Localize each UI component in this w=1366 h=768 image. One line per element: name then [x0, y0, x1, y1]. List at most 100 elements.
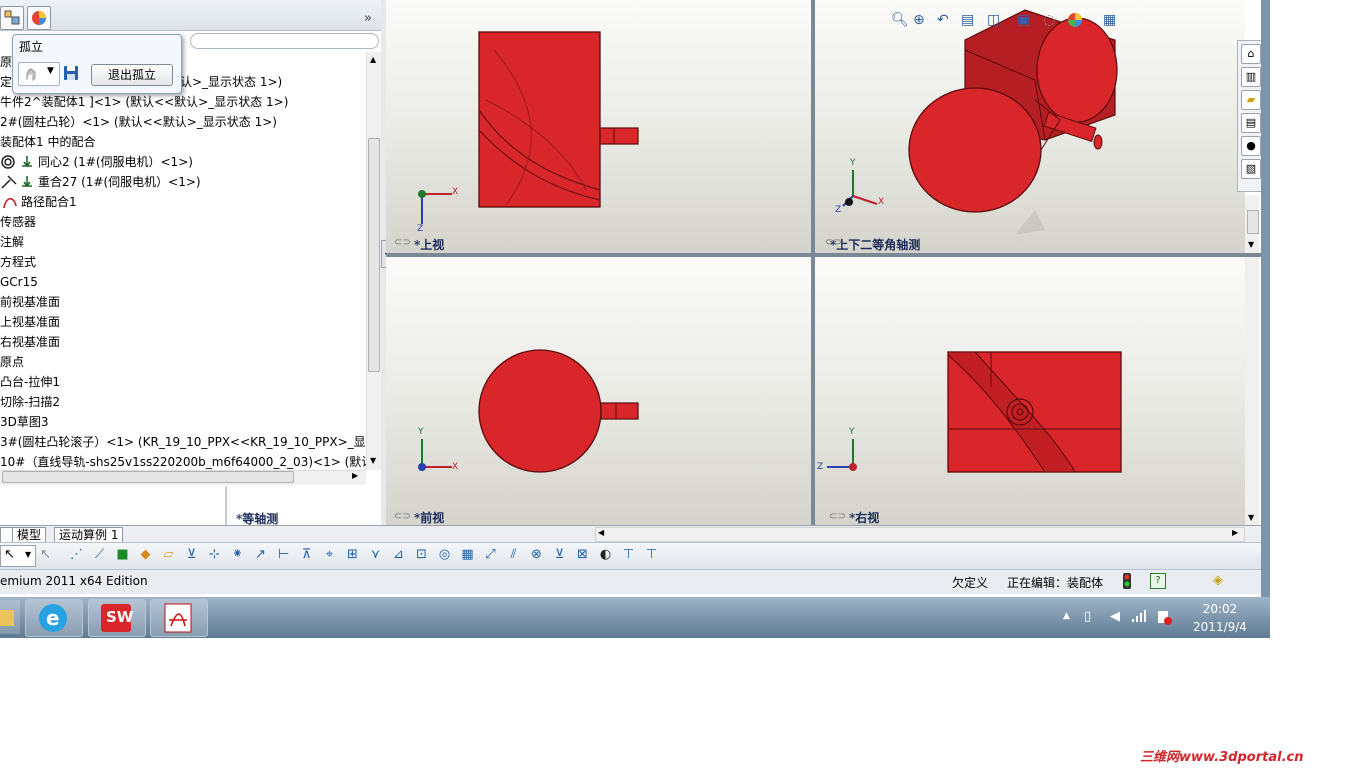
lower-panel-divider[interactable] — [225, 486, 227, 525]
scroll-down-arrow-icon[interactable]: ▼ — [370, 456, 376, 465]
viewport-horizontal-divider[interactable] — [386, 253, 1261, 257]
tab-model[interactable]: 模型 — [12, 527, 47, 542]
view-orientation-icon[interactable]: ◫ — [987, 12, 1000, 28]
filter-body-icon[interactable]: ◆ — [137, 546, 154, 563]
panel-expand-icon[interactable]: » — [364, 11, 372, 26]
viewport-dimetric[interactable]: Y X Z ⊂⊃ *上下二等角轴测 🔍︎ ⊕ ↶ ▤ ◫ ▣ ◌ ▦ — [815, 0, 1245, 253]
tree-item[interactable]: 牛件2^装配体1 ]<1> (默认<<默认>_显示状态 1>) — [0, 92, 288, 112]
tree-item[interactable]: 10#（直线导轨-shs25v1ss220200b_m6f64000_2_03)… — [0, 452, 366, 472]
previous-view-icon[interactable]: ↶ — [937, 12, 949, 28]
filter-mate-icon[interactable]: ⊻ — [551, 546, 568, 563]
filter-face-icon[interactable]: ■ — [114, 546, 131, 563]
tree-hscroll-thumb[interactable] — [2, 471, 294, 483]
tree-item[interactable]: 2#(圆柱凸轮）<1> (默认<<默认>_显示状态 1>) — [0, 112, 277, 132]
viewport-right[interactable]: Y Z ⊂⊃ *右视 — [815, 257, 1245, 525]
tray-device-icon[interactable]: ▯ — [1084, 609, 1091, 624]
appearance-palette-icon[interactable]: ● — [1241, 136, 1261, 156]
hide-show-icon[interactable]: ◌ — [1043, 12, 1055, 28]
filter-connection-point-icon[interactable]: ⊤ — [620, 546, 637, 563]
network-icon[interactable] — [1131, 609, 1147, 626]
tree-item[interactable]: 方程式 — [0, 252, 36, 272]
filter-note-icon[interactable]: ⊼ — [298, 546, 315, 563]
config-tab-icon[interactable] — [0, 6, 24, 30]
select-tool-dropdown[interactable]: ↖ ▼ — [0, 545, 36, 567]
clock-time[interactable]: 20:02 — [1195, 602, 1245, 616]
volume-icon[interactable]: ◀ — [1110, 609, 1120, 624]
visibility-dropdown[interactable]: ▼ — [18, 62, 60, 86]
solidworks-taskbar-button[interactable]: SW — [88, 599, 146, 637]
help-icon[interactable]: ? — [1150, 573, 1166, 589]
tree-item[interactable]: 3D草图3 — [0, 412, 49, 432]
tree-item[interactable]: 3#(圆柱凸轮滚子）<1> (KR_19_10_PPX<<KR_19_10_PP… — [0, 432, 366, 452]
filter-dimension-icon[interactable]: ⊢ — [275, 546, 292, 563]
filter-hole-callout-icon[interactable]: ⊡ — [413, 546, 430, 563]
tag-icon[interactable]: ◈ — [1213, 573, 1223, 588]
scroll-down-arrow-icon[interactable]: ▼ — [1248, 513, 1254, 522]
viewport-vertical-scrollbar-lower[interactable] — [1245, 257, 1259, 525]
scroll-up-arrow-icon[interactable]: ▲ — [370, 55, 376, 64]
zoom-to-fit-icon[interactable]: 🔍︎ — [891, 12, 909, 28]
viewport-scroll-thumb[interactable] — [1247, 210, 1259, 234]
view-palette-icon[interactable]: ▤ — [1241, 113, 1261, 133]
scroll-left-arrow-icon[interactable]: ◀ — [598, 528, 604, 537]
tree-item[interactable]: 装配体1 中的配合 — [0, 132, 95, 152]
scroll-right-arrow-icon[interactable]: ▶ — [352, 471, 358, 480]
tree-item[interactable]: 前视基准面 — [0, 292, 60, 312]
filter-route-point-icon[interactable]: ⊠ — [574, 546, 591, 563]
filter-block-icon[interactable]: ⊗ — [528, 546, 545, 563]
explorer-icon[interactable] — [0, 600, 20, 634]
tray-expand-icon[interactable]: ▲ — [1063, 611, 1070, 621]
filter-table-icon[interactable]: ▦ — [459, 546, 476, 563]
filter-origin-icon[interactable]: ◐ — [597, 546, 614, 563]
tree-item[interactable]: 凸台-拉伸1 — [0, 372, 60, 392]
filter-surface-finish-icon[interactable]: ⋎ — [367, 546, 384, 563]
save-icon[interactable] — [62, 64, 80, 82]
tree-item[interactable]: 传感器 — [0, 212, 36, 232]
tree-item[interactable]: 右视基准面 — [0, 332, 60, 352]
filter-balloon-icon[interactable]: ◎ — [436, 546, 453, 563]
clock-date[interactable]: 2011/9/4 — [1188, 620, 1252, 634]
exit-isolate-button[interactable]: 退出孤立 — [91, 64, 173, 86]
tree-item[interactable]: 定 认>_显示状态 1>) — [0, 72, 282, 92]
tree-item[interactable]: 上视基准面 — [0, 312, 60, 332]
custom-properties-icon[interactable]: ▧ — [1241, 159, 1261, 179]
filter-toggle-icon[interactable]: ⊤ — [643, 546, 660, 563]
action-center-icon[interactable] — [1156, 609, 1172, 628]
viewport-vertical-divider[interactable] — [811, 0, 815, 525]
select-filter-icon[interactable]: ↖ — [37, 546, 54, 563]
tree-filter-input[interactable] — [190, 33, 379, 49]
viewport-top[interactable]: X Z ⊂⊃ *上视 — [386, 0, 811, 253]
display-manager-tab-icon[interactable] — [27, 6, 51, 30]
filter-plane-icon[interactable]: ▱ — [160, 546, 177, 563]
scroll-down-arrow-icon[interactable]: ▼ — [1248, 240, 1254, 249]
home-icon[interactable]: ⌂ — [1241, 44, 1261, 64]
filter-point-icon[interactable]: ⊹ — [206, 546, 223, 563]
filter-weld-icon[interactable]: ⌖ — [321, 546, 338, 563]
scroll-right-arrow-icon[interactable]: ▶ — [1232, 528, 1238, 537]
folder-icon[interactable]: ▰ — [1241, 90, 1261, 110]
tree-item[interactable]: GCr15 — [0, 272, 38, 292]
filter-datum-icon[interactable]: ⊞ — [344, 546, 361, 563]
display-style-icon[interactable]: ▣ — [1017, 12, 1030, 28]
acrobat-taskbar-button[interactable] — [150, 599, 208, 637]
tree-item[interactable]: 注解 — [0, 232, 24, 252]
viewport-front[interactable]: Y X ⊂⊃ *前视 — [386, 257, 811, 525]
tree-item[interactable]: 切除-扫描2 — [0, 392, 60, 412]
filter-axis-icon[interactable]: ⊻ — [183, 546, 200, 563]
zoom-area-icon[interactable]: ⊕ — [913, 12, 925, 28]
filter-edge-icon[interactable]: ⟋ — [91, 546, 108, 563]
tab-motion-study[interactable]: 运动算例 1 — [54, 527, 124, 542]
filter-centerline-icon[interactable]: ⫽ — [505, 546, 522, 563]
scene-icon[interactable]: ▦ — [1103, 12, 1116, 28]
design-library-icon[interactable]: ▥ — [1241, 67, 1261, 87]
filter-vertex-icon[interactable]: ⋰ — [68, 546, 85, 563]
filter-sketch-segment-icon[interactable]: ↗ — [252, 546, 269, 563]
filter-sketch-point-icon[interactable]: ⁕ — [229, 546, 246, 563]
filter-gtol-icon[interactable]: ⊿ — [390, 546, 407, 563]
tree-scroll-thumb[interactable] — [368, 138, 380, 372]
appearance-icon[interactable] — [1067, 12, 1083, 32]
filter-cosmetic-thread-icon[interactable]: ⤢ — [482, 546, 499, 563]
viewport-horizontal-scrollbar[interactable] — [595, 527, 1245, 542]
section-view-icon[interactable]: ▤ — [961, 12, 974, 28]
ie-taskbar-button[interactable]: e — [25, 599, 83, 637]
